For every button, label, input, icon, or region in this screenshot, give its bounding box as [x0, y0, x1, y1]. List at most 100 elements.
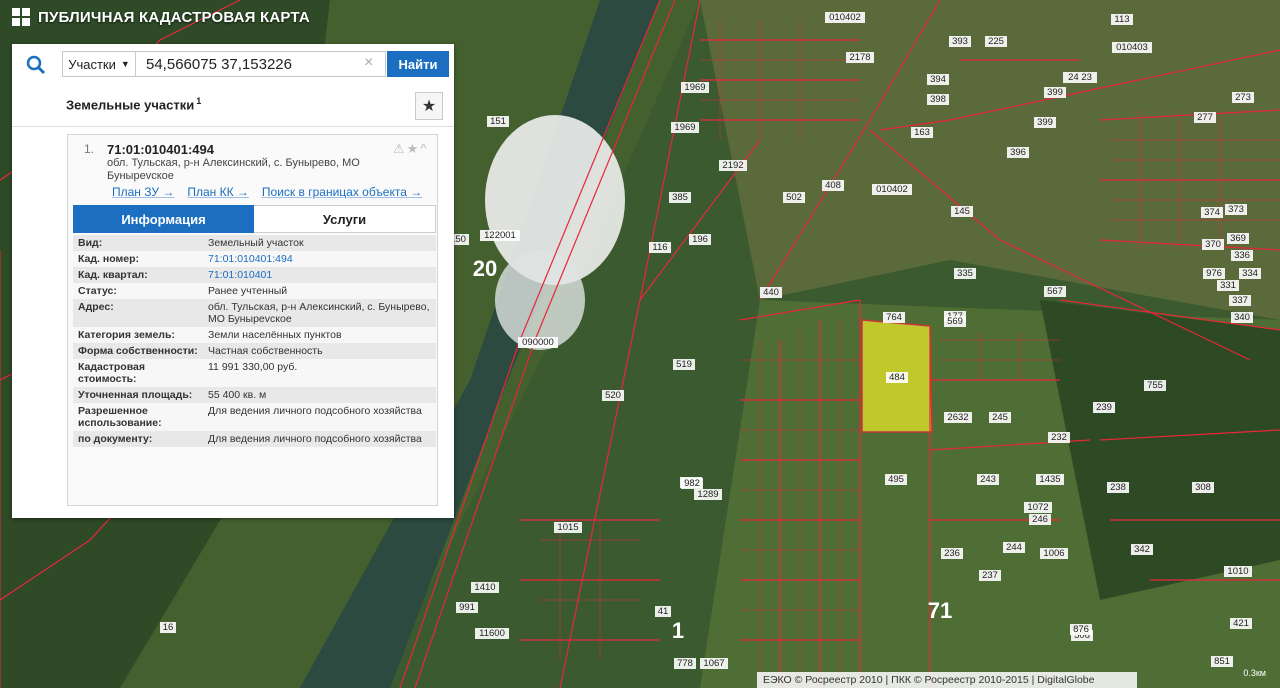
map-parcel-label: 237 [982, 570, 998, 581]
map-parcel-label: 010402 [876, 184, 908, 195]
map-parcel-label: 277 [1197, 112, 1213, 123]
map-parcel-label: 090000 [522, 337, 554, 348]
map-parcel-label: 113 [1114, 14, 1129, 25]
collapse-icon[interactable]: ^ [420, 141, 428, 156]
search-bar: Участки ▼ 54,566075 37,153226 × Найти [12, 44, 454, 86]
map-parcel-label: 225 [988, 36, 1004, 47]
table-row: Кад. номер: 71:01:010401:494 [73, 251, 436, 267]
search-icon-button[interactable] [12, 44, 60, 86]
favorites-button[interactable]: ★ [415, 92, 443, 120]
field-value: Земельный участок [208, 237, 304, 249]
field-key: Категория земель: [78, 329, 175, 341]
map-parcel-label: 196 [692, 234, 708, 245]
field-value: обл. Тульская, р-н Алексинский, с. Буныр… [208, 301, 430, 325]
map-parcel-label: 370 [1205, 239, 1221, 250]
map-parcel-label: 010403 [1116, 42, 1148, 53]
field-key: Кад. номер: [78, 253, 140, 265]
table-row: Статус: Ранее учтенный [73, 283, 436, 299]
map-parcel-label: 374 [1204, 207, 1220, 218]
map-parcel-label: 11600 [479, 628, 505, 639]
map-parcel-label: 163 [914, 127, 930, 138]
warning-icon[interactable]: ⚠ [393, 141, 407, 156]
table-row: Разрешенное использование: Для ведения ли… [73, 403, 436, 431]
map-parcel-label: 1006 [1043, 548, 1064, 559]
map-parcel-label: 778 [677, 658, 693, 669]
map-parcel-label: 851 [1214, 656, 1230, 667]
table-row: Кадастровая стоимость: 11 991 330,00 руб. [73, 359, 436, 387]
app-header: ПУБЛИЧНАЯ КАДАСТРОВАЯ КАРТА [12, 8, 310, 26]
results-count: 1 [196, 96, 202, 106]
field-key: Уточненная площадь: [78, 389, 193, 401]
tab-services[interactable]: Услуги [254, 205, 436, 233]
map-parcel-label: 976 [1206, 268, 1222, 279]
map-parcel-label: 331 [1220, 280, 1236, 291]
map-parcel-label: 236 [944, 548, 960, 559]
map-parcel-label: 116 [652, 242, 667, 253]
parcel-info-table: Вид: Земельный участок Кад. номер: 71:01:0… [73, 235, 436, 447]
map-parcel-label: 2632 [947, 412, 968, 423]
table-row: Форма собственности: Частная собственност… [73, 343, 436, 359]
map-parcel-label: 1969 [674, 122, 695, 133]
results-title-text: Земельные участки [66, 97, 195, 113]
field-value: Частная собственность [208, 345, 323, 357]
map-parcel-label: 567 [1047, 286, 1063, 297]
search-icon [26, 55, 46, 75]
object-type-select[interactable]: Участки ▼ [62, 51, 136, 77]
result-index: 1. [84, 142, 95, 156]
map-parcel-label: 41 [658, 606, 669, 617]
map-parcel-label: 1010 [1227, 566, 1248, 577]
link-plan-zu[interactable]: План ЗУ → [112, 185, 174, 199]
star-icon: ★ [421, 98, 437, 115]
star-icon[interactable]: ★ [407, 141, 421, 156]
parcel-cad-number[interactable]: 71:01:010401:494 [107, 142, 214, 157]
map-parcel-label: 337 [1232, 295, 1248, 306]
field-value: Земли населённых пунктов [208, 329, 342, 341]
parcel-links: План ЗУ → План КК → Поиск в границах объ… [112, 185, 422, 199]
field-value: 11 991 330,00 руб. [208, 361, 298, 373]
link-search-in-bounds[interactable]: Поиск в границах объекта → [262, 185, 422, 199]
table-row: по документу: Для ведения личного подсобн… [73, 431, 436, 447]
map-parcel-label: 1289 [697, 489, 718, 500]
map-parcel-label: 1410 [474, 582, 495, 593]
field-value-link[interactable]: 71:01:010401 [203, 267, 436, 283]
link-plan-kk[interactable]: План КК → [187, 185, 249, 199]
map-parcel-label: 982 [684, 478, 700, 489]
find-button[interactable]: Найти [387, 51, 449, 77]
card-actions: ⚠★^ [393, 141, 428, 157]
search-input[interactable]: 54,566075 37,153226 [136, 51, 386, 77]
map-parcel-label: 520 [605, 390, 621, 401]
map-parcel-label: 1 [672, 618, 684, 643]
chevron-down-icon: ▼ [120, 59, 130, 69]
map-parcel-label: 20 [473, 256, 497, 281]
map-parcel-label: 151 [490, 116, 506, 127]
field-value: 55 400 кв. м [208, 389, 267, 401]
clear-icon[interactable]: × [364, 54, 373, 72]
map-parcel-label: 408 [825, 180, 841, 191]
map-parcel-label: 399 [1037, 117, 1053, 128]
map-parcel-label: 334 [1242, 268, 1258, 279]
field-value: Для ведения личного подсобного хозяйства [208, 433, 422, 445]
map-parcel-label: 394 [930, 74, 946, 85]
object-type-label: Участки [68, 56, 116, 72]
map-parcel-label: 484 [889, 372, 905, 383]
map-parcel-label: 373 [1228, 204, 1244, 215]
map-parcel-label: 385 [672, 192, 688, 203]
card-tabs: Информация Услуги [73, 205, 436, 233]
map-parcel-label: 308 [1195, 482, 1211, 493]
tab-information[interactable]: Информация [73, 205, 254, 233]
field-key: Кад. квартал: [78, 269, 148, 281]
map-parcel-label: 71 [928, 598, 952, 623]
map-parcel-label: 16 [163, 622, 174, 633]
field-key: Форма собственности: [78, 345, 198, 357]
map-parcel-label: 273 [1235, 92, 1251, 103]
map-parcel-label: 495 [888, 474, 904, 485]
field-value: Ранее учтенный [208, 285, 288, 297]
map-parcel-label: 336 [1234, 250, 1250, 261]
field-key: Адрес: [78, 301, 114, 313]
field-value-link[interactable]: 71:01:010401:494 [203, 251, 436, 267]
map-parcel-label: 369 [1230, 233, 1246, 244]
map-parcel-label: 1969 [684, 82, 705, 93]
map-parcel-label: 764 [886, 312, 902, 323]
divider [12, 126, 454, 127]
map-parcel-label: 502 [786, 192, 802, 203]
